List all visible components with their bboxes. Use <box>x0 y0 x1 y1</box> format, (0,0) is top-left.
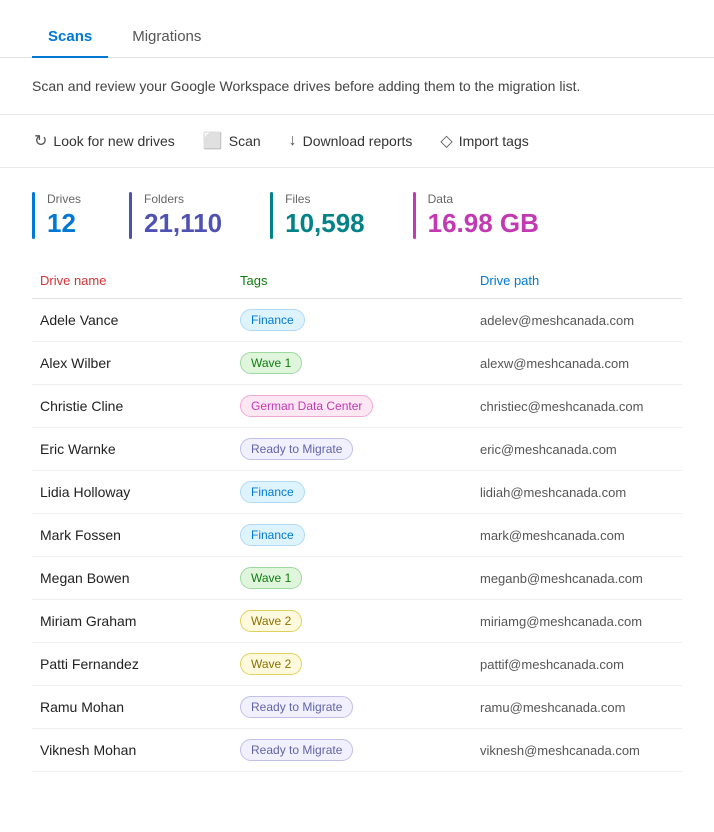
tags-cell: Wave 1 <box>232 342 472 385</box>
tab-migrations-label: Migrations <box>132 28 201 45</box>
stat-folders-label: Folders <box>144 192 222 206</box>
tags-cell: Ready to Migrate <box>232 428 472 471</box>
scan-button[interactable]: ⬜ Scan <box>201 127 263 155</box>
drive-path-cell: mark@meshcanada.com <box>472 514 682 557</box>
stat-folders-bar <box>129 192 132 239</box>
col-header-drive-name: Drive name <box>32 263 232 299</box>
col-header-drive-path: Drive path <box>472 263 682 299</box>
stat-drives: Drives 12 <box>32 192 81 239</box>
drive-name-cell: Eric Warnke <box>32 428 232 471</box>
tags-cell: Finance <box>232 514 472 557</box>
table-row[interactable]: Adele Vance Finance adelev@meshcanada.com <box>32 299 682 342</box>
tags-cell: Wave 1 <box>232 557 472 600</box>
stat-data: Data 16.98 GB <box>413 192 539 239</box>
stat-drives-label: Drives <box>47 192 81 206</box>
table-row[interactable]: Viknesh Mohan Ready to Migrate viknesh@mes… <box>32 729 682 772</box>
table-row[interactable]: Miriam Graham Wave 2 miriamg@meshcanada.co… <box>32 600 682 643</box>
drive-path-cell: lidiah@meshcanada.com <box>472 471 682 514</box>
tags-cell: Wave 2 <box>232 643 472 686</box>
stat-files: Files 10,598 <box>270 192 365 239</box>
stat-folders: Folders 21,110 <box>129 192 222 239</box>
drive-path-cell: christiec@meshcanada.com <box>472 385 682 428</box>
drive-path-cell: ramu@meshcanada.com <box>472 686 682 729</box>
drive-name-cell: Viknesh Mohan <box>32 729 232 772</box>
drive-name-cell: Christie Cline <box>32 385 232 428</box>
tab-scans[interactable]: Scans <box>32 16 108 57</box>
tag-badge[interactable]: Ready to Migrate <box>240 739 353 761</box>
stat-data-label: Data <box>428 192 539 206</box>
stats-bar: Drives 12 Folders 21,110 Files 10,598 Da… <box>0 168 714 263</box>
tab-scans-label: Scans <box>48 28 92 45</box>
tab-migrations[interactable]: Migrations <box>116 16 217 57</box>
stat-folders-value: 21,110 <box>144 208 222 239</box>
table-row[interactable]: Mark Fossen Finance mark@meshcanada.com <box>32 514 682 557</box>
look-for-new-drives-label: Look for new drives <box>53 133 174 149</box>
stat-files-label: Files <box>285 192 365 206</box>
refresh-icon: ↻ <box>34 131 47 151</box>
tag-badge[interactable]: Wave 1 <box>240 567 302 589</box>
drive-name-cell: Mark Fossen <box>32 514 232 557</box>
table-row[interactable]: Lidia Holloway Finance lidiah@meshcanada.c… <box>32 471 682 514</box>
drive-path-cell: adelev@meshcanada.com <box>472 299 682 342</box>
drive-path-cell: pattif@meshcanada.com <box>472 643 682 686</box>
drive-name-cell: Miriam Graham <box>32 600 232 643</box>
drives-table-container: Drive name Tags Drive path Adele Vance Fi… <box>0 263 714 804</box>
import-tags-label: Import tags <box>459 133 529 149</box>
stat-drives-value: 12 <box>47 208 81 239</box>
tag-badge[interactable]: Wave 2 <box>240 653 302 675</box>
stat-data-value: 16.98 GB <box>428 208 539 239</box>
download-reports-button[interactable]: ↓ Download reports <box>287 128 415 154</box>
tag-badge[interactable]: Wave 2 <box>240 610 302 632</box>
tags-cell: Ready to Migrate <box>232 729 472 772</box>
download-reports-label: Download reports <box>303 133 413 149</box>
table-header-row: Drive name Tags Drive path <box>32 263 682 299</box>
scan-label: Scan <box>229 133 261 149</box>
drive-path-cell: miriamg@meshcanada.com <box>472 600 682 643</box>
table-row[interactable]: Eric Warnke Ready to Migrate eric@meshcana… <box>32 428 682 471</box>
stat-drives-bar <box>32 192 35 239</box>
tag-badge[interactable]: Wave 1 <box>240 352 302 374</box>
stat-files-bar <box>270 192 273 239</box>
tags-cell: Finance <box>232 471 472 514</box>
drive-name-cell: Alex Wilber <box>32 342 232 385</box>
toolbar: ↻ Look for new drives ⬜ Scan ↓ Download … <box>0 115 714 168</box>
table-row[interactable]: Christie Cline German Data Center christie… <box>32 385 682 428</box>
drive-name-cell: Patti Fernandez <box>32 643 232 686</box>
drive-path-cell: eric@meshcanada.com <box>472 428 682 471</box>
tag-badge[interactable]: Finance <box>240 481 305 503</box>
table-row[interactable]: Megan Bowen Wave 1 meganb@meshcanada.com <box>32 557 682 600</box>
tag-badge[interactable]: Ready to Migrate <box>240 438 353 460</box>
drive-name-cell: Lidia Holloway <box>32 471 232 514</box>
tags-cell: German Data Center <box>232 385 472 428</box>
page-description: Scan and review your Google Workspace dr… <box>0 58 714 115</box>
scan-icon: ⬜ <box>203 131 223 151</box>
drive-name-cell: Megan Bowen <box>32 557 232 600</box>
tags-cell: Finance <box>232 299 472 342</box>
drive-path-cell: viknesh@meshcanada.com <box>472 729 682 772</box>
tab-bar: Scans Migrations <box>0 0 714 58</box>
tags-cell: Wave 2 <box>232 600 472 643</box>
tag-badge[interactable]: Finance <box>240 309 305 331</box>
table-row[interactable]: Alex Wilber Wave 1 alexw@meshcanada.com <box>32 342 682 385</box>
table-row[interactable]: Ramu Mohan Ready to Migrate ramu@meshcanad… <box>32 686 682 729</box>
download-icon: ↓ <box>289 132 297 150</box>
look-for-new-drives-button[interactable]: ↻ Look for new drives <box>32 127 177 155</box>
import-tags-button[interactable]: ◇ Import tags <box>438 127 530 155</box>
tags-cell: Ready to Migrate <box>232 686 472 729</box>
tag-badge[interactable]: Finance <box>240 524 305 546</box>
tag-badge[interactable]: German Data Center <box>240 395 373 417</box>
drive-name-cell: Adele Vance <box>32 299 232 342</box>
table-row[interactable]: Patti Fernandez Wave 2 pattif@meshcanada.c… <box>32 643 682 686</box>
drive-path-cell: alexw@meshcanada.com <box>472 342 682 385</box>
tag-icon: ◇ <box>440 131 452 151</box>
stat-files-value: 10,598 <box>285 208 365 239</box>
drives-table: Drive name Tags Drive path Adele Vance Fi… <box>32 263 682 772</box>
drive-path-cell: meganb@meshcanada.com <box>472 557 682 600</box>
col-header-tags: Tags <box>232 263 472 299</box>
stat-data-bar <box>413 192 416 239</box>
drive-name-cell: Ramu Mohan <box>32 686 232 729</box>
tag-badge[interactable]: Ready to Migrate <box>240 696 353 718</box>
